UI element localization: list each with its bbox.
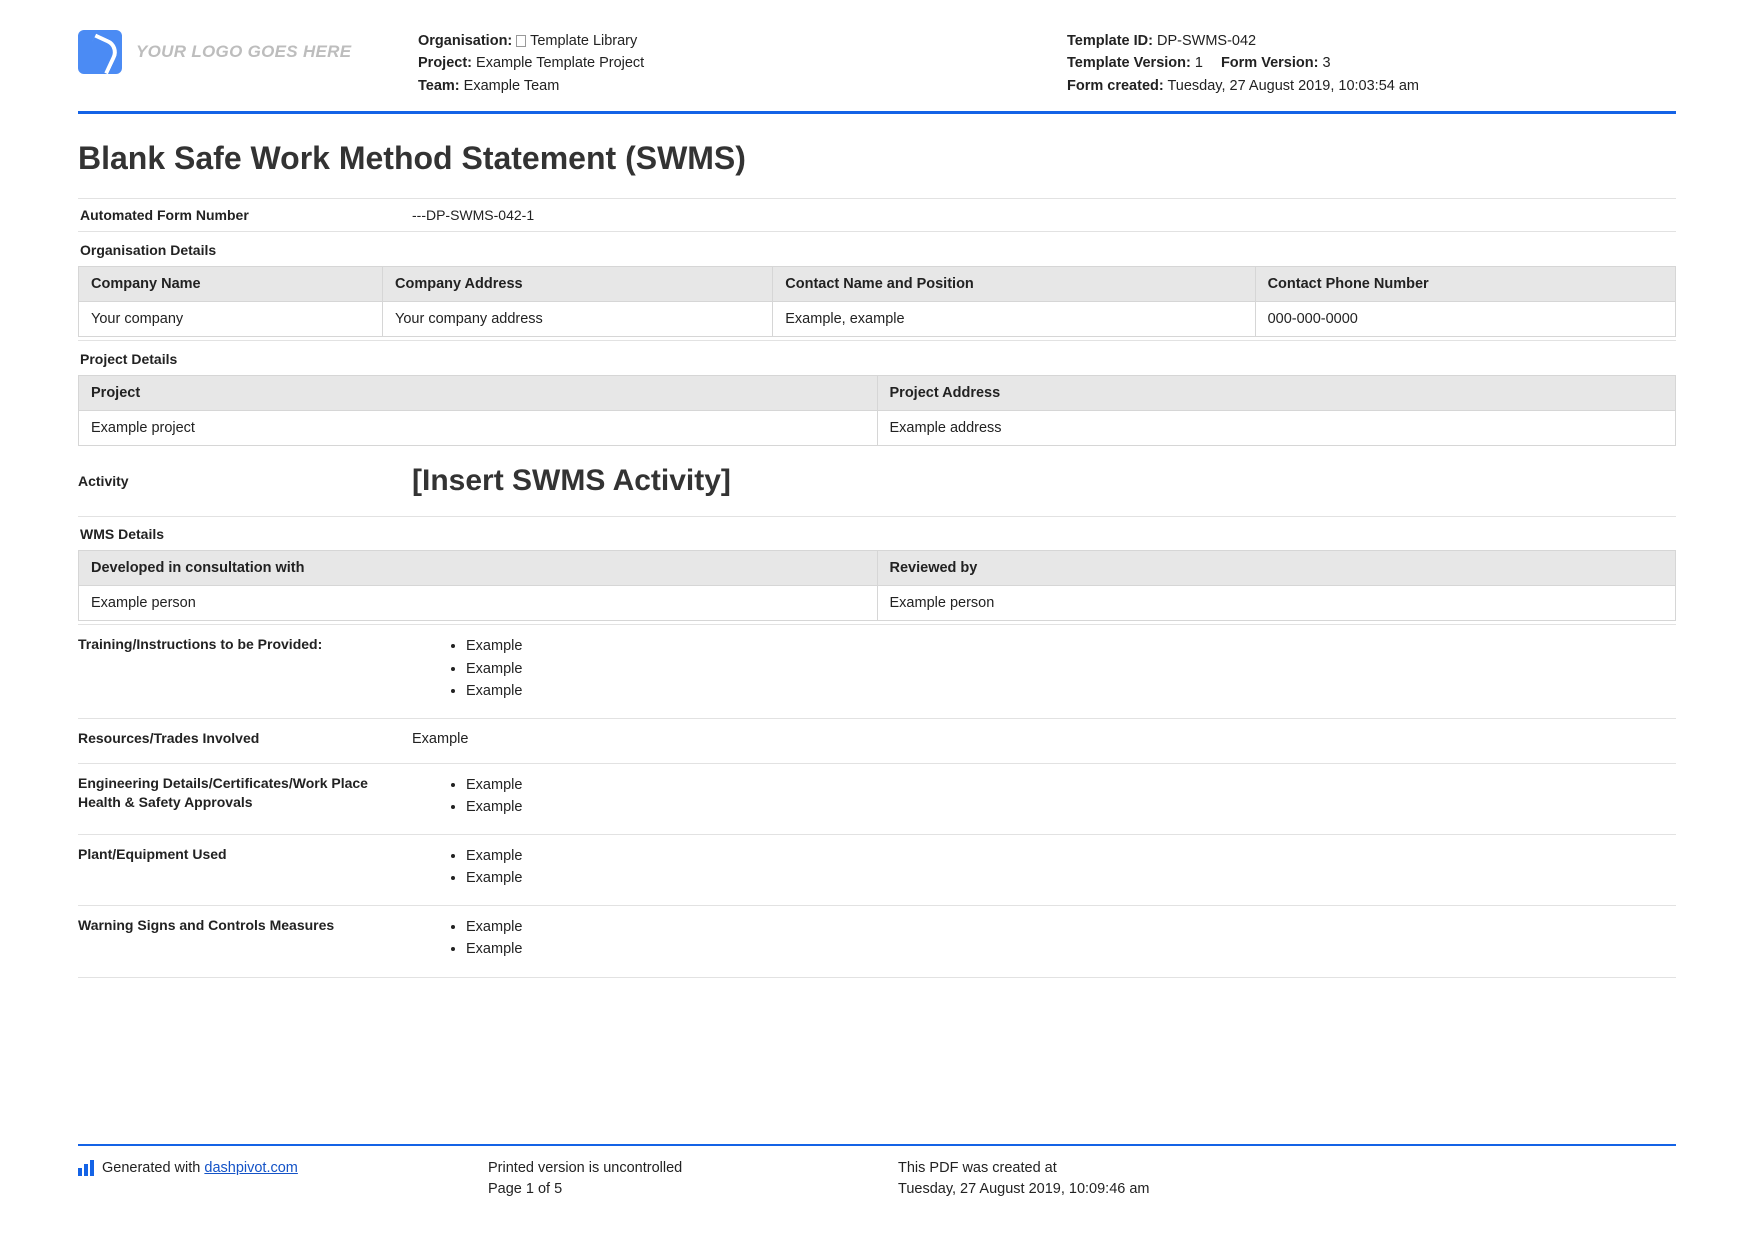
list-item: Example [466, 796, 1676, 818]
automated-form-number-row: Automated Form Number ---DP-SWMS-042-1 [78, 198, 1676, 232]
footer-center: Printed version is uncontrolled Page 1 o… [488, 1158, 898, 1202]
page-number: Page 1 of 5 [488, 1179, 898, 1201]
org-details-table: Company Name Company Address Contact Nam… [78, 266, 1676, 337]
col-project: Project [79, 376, 878, 411]
page-title: Blank Safe Work Method Statement (SWMS) [78, 140, 1676, 177]
cell-developed: Example person [79, 586, 878, 621]
logo-placeholder-text: YOUR LOGO GOES HERE [136, 42, 351, 62]
warning-label: Warning Signs and Controls Measures [78, 916, 412, 961]
table-header-row: Project Project Address [79, 376, 1676, 411]
team-label: Team: [418, 78, 460, 94]
col-company-address: Company Address [383, 267, 773, 302]
cell-company-address: Your company address [383, 302, 773, 337]
col-company-name: Company Name [79, 267, 383, 302]
activity-value: [Insert SWMS Activity] [412, 464, 731, 498]
training-label: Training/Instructions to be Provided: [78, 635, 412, 702]
printed-version-text: Printed version is uncontrolled [488, 1158, 898, 1180]
col-reviewed: Reviewed by [877, 551, 1676, 586]
table-row: Your company Your company address Exampl… [79, 302, 1676, 337]
cell-company-name: Your company [79, 302, 383, 337]
header-meta-left: Organisation: Template Library Project: … [418, 30, 1027, 97]
header-meta-right: Template ID: DP-SWMS-042 Template Versio… [1067, 30, 1676, 97]
logo-block: YOUR LOGO GOES HERE [78, 30, 378, 74]
col-developed: Developed in consultation with [79, 551, 878, 586]
team-value: Example Team [464, 78, 560, 94]
col-contact-phone: Contact Phone Number [1255, 267, 1675, 302]
cell-project-address: Example address [877, 411, 1676, 446]
dashpivot-link[interactable]: dashpivot.com [204, 1160, 298, 1176]
bars-icon [78, 1160, 94, 1176]
training-list: Example Example Example [412, 635, 1676, 702]
form-created-value: Tuesday, 27 August 2019, 10:03:54 am [1167, 78, 1419, 94]
engineering-list: Example Example [412, 774, 1676, 819]
template-id-value: DP-SWMS-042 [1157, 33, 1256, 49]
list-item: Example [466, 774, 1676, 796]
project-details-table: Project Project Address Example project … [78, 375, 1676, 446]
generated-prefix: Generated with [102, 1160, 204, 1176]
header-divider [78, 111, 1676, 114]
template-version-value: 1 [1195, 55, 1203, 71]
list-item: Example [466, 635, 1676, 657]
org-box-icon [516, 35, 526, 47]
table-row: Example project Example address [79, 411, 1676, 446]
document-footer: Generated with dashpivot.com Printed ver… [78, 1144, 1676, 1202]
plant-row: Plant/Equipment Used Example Example [78, 834, 1676, 906]
wms-details-heading: WMS Details [78, 516, 1676, 550]
resources-label: Resources/Trades Involved [78, 729, 412, 748]
footer-created: This PDF was created at Tuesday, 27 Augu… [898, 1158, 1676, 1202]
form-created-label: Form created: [1067, 78, 1164, 94]
engineering-label: Engineering Details/Certificates/Work Pl… [78, 774, 412, 819]
template-version-label: Template Version: [1067, 55, 1191, 71]
template-id-label: Template ID: [1067, 33, 1153, 49]
form-version-value: 3 [1322, 55, 1330, 71]
table-row: Example person Example person [79, 586, 1676, 621]
organisation-label: Organisation: [418, 33, 512, 49]
list-item: Example [466, 867, 1676, 889]
table-header-row: Developed in consultation with Reviewed … [79, 551, 1676, 586]
list-item: Example [466, 916, 1676, 938]
logo-icon [78, 30, 122, 74]
form-version-label: Form Version: [1221, 55, 1319, 71]
document-header: YOUR LOGO GOES HERE Organisation: Templa… [78, 30, 1676, 109]
activity-row: Activity [Insert SWMS Activity] [78, 450, 1676, 517]
resources-value: Example [412, 729, 1676, 748]
org-details-heading: Organisation Details [78, 231, 1676, 266]
cell-reviewed: Example person [877, 586, 1676, 621]
cell-contact-phone: 000-000-0000 [1255, 302, 1675, 337]
list-item: Example [466, 658, 1676, 680]
plant-list: Example Example [412, 845, 1676, 890]
cell-project: Example project [79, 411, 878, 446]
pdf-created-timestamp: Tuesday, 27 August 2019, 10:09:46 am [898, 1179, 1676, 1201]
col-project-address: Project Address [877, 376, 1676, 411]
organisation-value: Template Library [530, 33, 637, 49]
project-label: Project: [418, 55, 472, 71]
list-item: Example [466, 680, 1676, 702]
afn-value: ---DP-SWMS-042-1 [412, 207, 1676, 223]
warning-row: Warning Signs and Controls Measures Exam… [78, 905, 1676, 978]
table-header-row: Company Name Company Address Contact Nam… [79, 267, 1676, 302]
activity-label: Activity [78, 473, 412, 489]
pdf-created-label: This PDF was created at [898, 1158, 1676, 1180]
afn-label: Automated Form Number [78, 207, 412, 223]
warning-list: Example Example [412, 916, 1676, 961]
resources-row: Resources/Trades Involved Example [78, 718, 1676, 764]
training-row: Training/Instructions to be Provided: Ex… [78, 624, 1676, 718]
footer-divider [78, 1144, 1676, 1146]
wms-details-table: Developed in consultation with Reviewed … [78, 550, 1676, 621]
list-item: Example [466, 938, 1676, 960]
footer-generated: Generated with dashpivot.com [78, 1158, 488, 1202]
engineering-row: Engineering Details/Certificates/Work Pl… [78, 763, 1676, 835]
list-item: Example [466, 845, 1676, 867]
col-contact-name: Contact Name and Position [773, 267, 1255, 302]
project-details-heading: Project Details [78, 340, 1676, 375]
plant-label: Plant/Equipment Used [78, 845, 412, 890]
cell-contact-name: Example, example [773, 302, 1255, 337]
project-value: Example Template Project [476, 55, 644, 71]
